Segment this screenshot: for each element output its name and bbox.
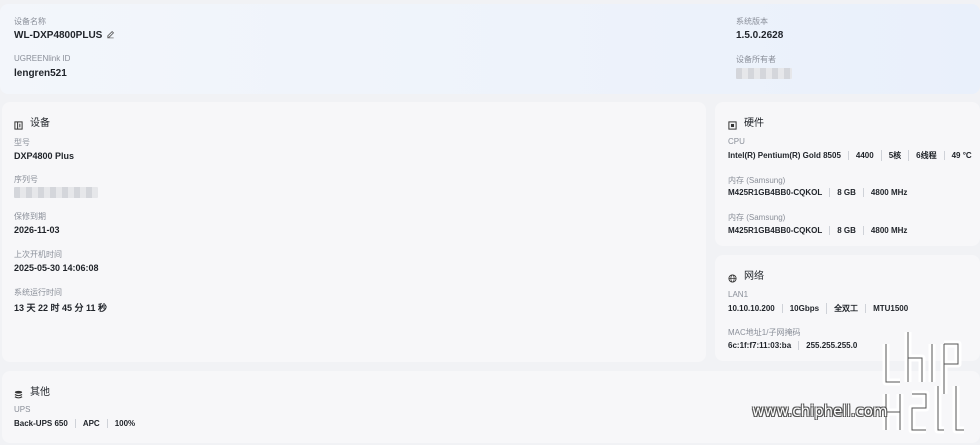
memory1-label: 内存 (Samsung) [728, 176, 786, 185]
memory1-row: M425R1GB4BB0-CQKOL 8 GB 4800 MHz [728, 188, 914, 197]
cpu-row: Intel(R) Pentium(R) Gold 8505 4400 5核 6线… [728, 150, 979, 161]
serial-label: 序列号 [14, 175, 38, 184]
lan-ip: 10.10.10.200 [728, 304, 775, 313]
watermark-text: www.chiphell.com [752, 402, 888, 420]
system-version-label: 系统版本 [736, 17, 768, 26]
cpu-model: Intel(R) Pentium(R) Gold 8505 [728, 151, 841, 160]
other-section-title: 其他 [14, 383, 50, 399]
device-title: 设备 [30, 118, 50, 129]
cpu-score: 4400 [847, 151, 881, 160]
network-section-title: 网络 [728, 267, 764, 283]
owner-label: 设备所有者 [736, 55, 776, 64]
memory1-size: 8 GB [829, 188, 863, 197]
cpu-label: CPU [728, 137, 745, 146]
device-name-text: WL-DXP4800PLUS [14, 30, 103, 41]
device-name-label: 设备名称 [14, 17, 46, 26]
lan-label: LAN1 [728, 290, 749, 299]
model-label: 型号 [14, 138, 30, 147]
last-boot-label: 上次开机时间 [14, 250, 62, 259]
uptime-value: 13 天 22 时 45 分 11 秒 [14, 303, 108, 313]
ups-battery: 100% [106, 419, 142, 428]
other-title: 其他 [30, 387, 50, 398]
memory2-label: 内存 (Samsung) [728, 213, 786, 222]
ugreen-id-value: lengren521 [14, 68, 67, 79]
chip-icon [728, 117, 737, 130]
network-title: 网络 [744, 271, 764, 282]
lan-duplex: 全双工 [826, 303, 865, 314]
cpu-threads: 6线程 [908, 150, 943, 161]
layers-icon [14, 386, 23, 399]
memory2-size: 8 GB [829, 226, 863, 235]
device-card: 设备 型号 DXP4800 Plus 序列号 保修到期 2026-11-03 上… [2, 102, 706, 362]
hardware-card: 硬件 CPU Intel(R) Pentium(R) Gold 8505 440… [715, 102, 980, 246]
uptime-label: 系统运行时间 [14, 288, 62, 297]
globe-icon [728, 270, 737, 283]
ups-model: Back-UPS 650 [14, 419, 68, 428]
cpu-temperature: 49 °C [943, 151, 979, 160]
serial-value-masked [14, 187, 98, 198]
cpu-cores: 5核 [880, 150, 908, 161]
ups-brand: APC [74, 419, 107, 428]
lan-speed: 10Gbps [781, 304, 826, 313]
memory2-model: M425R1GB4BB0-CQKOL [728, 226, 823, 235]
chiphell-watermark: www.chiphell.com [752, 320, 980, 440]
lan-row: 10.10.10.200 10Gbps 全双工 MTU1500 [728, 303, 915, 314]
edit-pencil-icon[interactable] [106, 30, 115, 39]
hardware-title: 硬件 [744, 118, 764, 129]
memory1-speed: 4800 MHz [862, 188, 914, 197]
device-icon [14, 117, 23, 130]
last-boot-value: 2025-05-30 14:06:08 [14, 263, 99, 273]
system-version-value: 1.5.0.2628 [736, 30, 784, 41]
device-info-header: 设备名称 WL-DXP4800PLUS UGREENlink ID lengre… [0, 4, 980, 94]
chiphell-logo-icon [882, 332, 964, 434]
memory1-model: M425R1GB4BB0-CQKOL [728, 188, 823, 197]
ugreen-id-label: UGREENlink ID [14, 54, 71, 63]
owner-value-masked [736, 68, 792, 79]
ups-label: UPS [14, 405, 31, 414]
memory2-row: M425R1GB4BB0-CQKOL 8 GB 4800 MHz [728, 226, 914, 235]
device-name-value: WL-DXP4800PLUS [14, 30, 115, 41]
ups-row: Back-UPS 650 APC 100% [14, 419, 142, 428]
warranty-label: 保修到期 [14, 212, 46, 221]
warranty-value: 2026-11-03 [14, 225, 60, 235]
model-value: DXP4800 Plus [14, 151, 75, 161]
memory2-speed: 4800 MHz [862, 226, 914, 235]
device-section-title: 设备 [14, 114, 50, 130]
hardware-section-title: 硬件 [728, 114, 764, 130]
lan-mtu: MTU1500 [865, 304, 915, 313]
